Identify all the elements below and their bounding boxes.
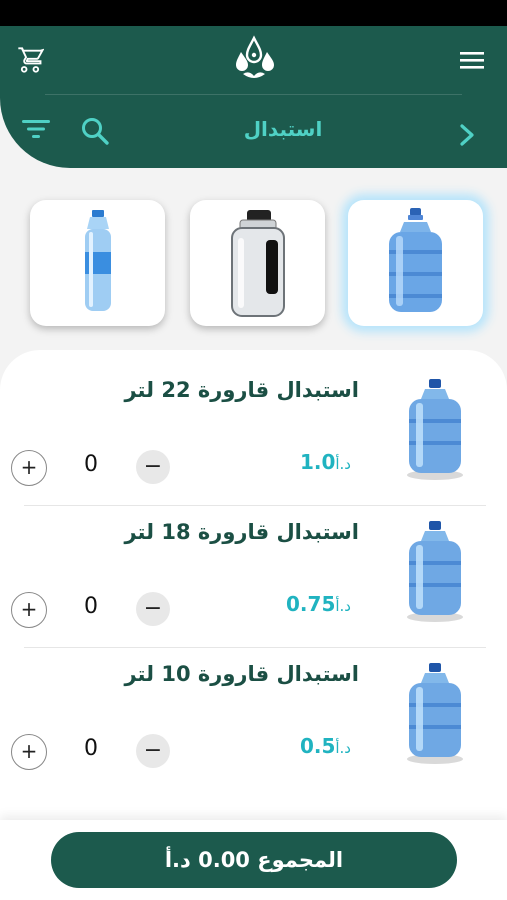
decrease-quantity-button[interactable]: − xyxy=(136,450,170,484)
row-divider xyxy=(24,647,486,648)
item-price: د.أ1.0 xyxy=(300,450,359,474)
quantity-value: 0 xyxy=(84,594,98,619)
gallon-bottle-image xyxy=(405,659,465,765)
price-value: 1.0 xyxy=(299,450,336,474)
decrease-quantity-button[interactable]: − xyxy=(136,592,170,626)
increase-quantity-button[interactable]: + xyxy=(11,450,47,486)
page-title: استبدال xyxy=(243,117,323,141)
category-card-large-bottle[interactable] xyxy=(348,200,483,326)
small-water-bottle-icon xyxy=(85,210,111,311)
price-value: 0.75 xyxy=(286,592,336,616)
quantity-value: 0 xyxy=(84,736,98,761)
gallon-jug-icon xyxy=(231,210,285,317)
chevron-right-icon[interactable] xyxy=(457,122,477,148)
gallon-bottle-image xyxy=(405,517,465,623)
status-bar xyxy=(0,0,507,26)
increase-quantity-button[interactable]: + xyxy=(11,592,47,628)
large-water-bottle-icon xyxy=(389,208,442,312)
currency-label: د.أ xyxy=(335,597,351,615)
decrease-quantity-button[interactable]: − xyxy=(136,734,170,768)
row-divider xyxy=(24,505,486,506)
price-value: 0.5 xyxy=(299,734,336,758)
currency-label: د.أ xyxy=(335,455,351,473)
shopping-cart-icon[interactable] xyxy=(16,46,45,74)
hamburger-menu-icon[interactable] xyxy=(459,48,485,72)
header-divider xyxy=(45,94,462,95)
currency-label: د.أ xyxy=(335,739,351,757)
item-price: د.أ0.75 xyxy=(286,592,359,616)
increase-quantity-button[interactable]: + xyxy=(11,734,47,770)
gallon-bottle-image xyxy=(405,375,465,481)
search-icon[interactable] xyxy=(80,116,110,146)
item-price: د.أ0.5 xyxy=(300,734,359,758)
water-drops-logo xyxy=(229,34,279,84)
filter-lines-icon[interactable] xyxy=(22,118,50,140)
category-card-small-bottle[interactable] xyxy=(30,200,165,326)
item-title: استبدال قارورة 22 لتر xyxy=(124,378,359,402)
category-card-gallon-jug[interactable] xyxy=(190,200,325,326)
quantity-value: 0 xyxy=(84,452,98,477)
item-title: استبدال قارورة 10 لتر xyxy=(124,662,359,686)
item-title: استبدال قارورة 18 لتر xyxy=(124,520,359,544)
total-checkout-button[interactable]: المجموع 0.00 د.أ xyxy=(51,832,457,888)
